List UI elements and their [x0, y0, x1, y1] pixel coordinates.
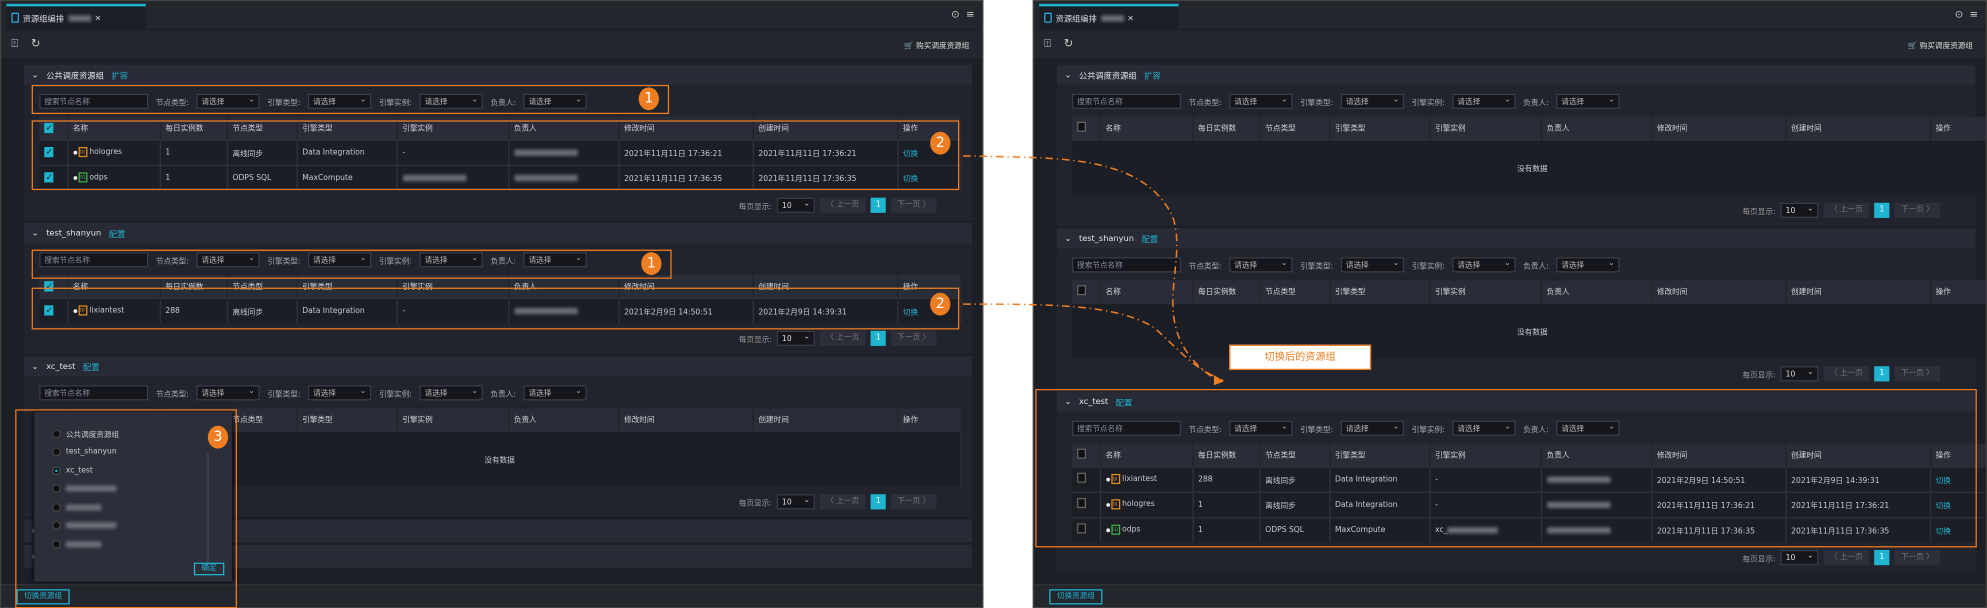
- annotation-arrows: [963, 155, 1225, 386]
- arrow-path-2: [963, 303, 1224, 381]
- annotation-number: 1: [641, 252, 662, 275]
- arrow-path-1: [963, 155, 1217, 381]
- annotation-number: 2: [930, 131, 951, 155]
- annotation-number: 2: [930, 292, 951, 316]
- stage: 资源组编排 × ⊙ ≡ ⍐ ↻ 🛒 购买调度资源组 ⌄ 公共调度资源组 扩容 搜索节点名称 节点类型:…: [0, 0, 1987, 608]
- annotation-number: 1: [638, 87, 659, 111]
- annotation-number: 3: [207, 425, 229, 449]
- switched-group-callout: 切换后的资源组: [1229, 344, 1372, 371]
